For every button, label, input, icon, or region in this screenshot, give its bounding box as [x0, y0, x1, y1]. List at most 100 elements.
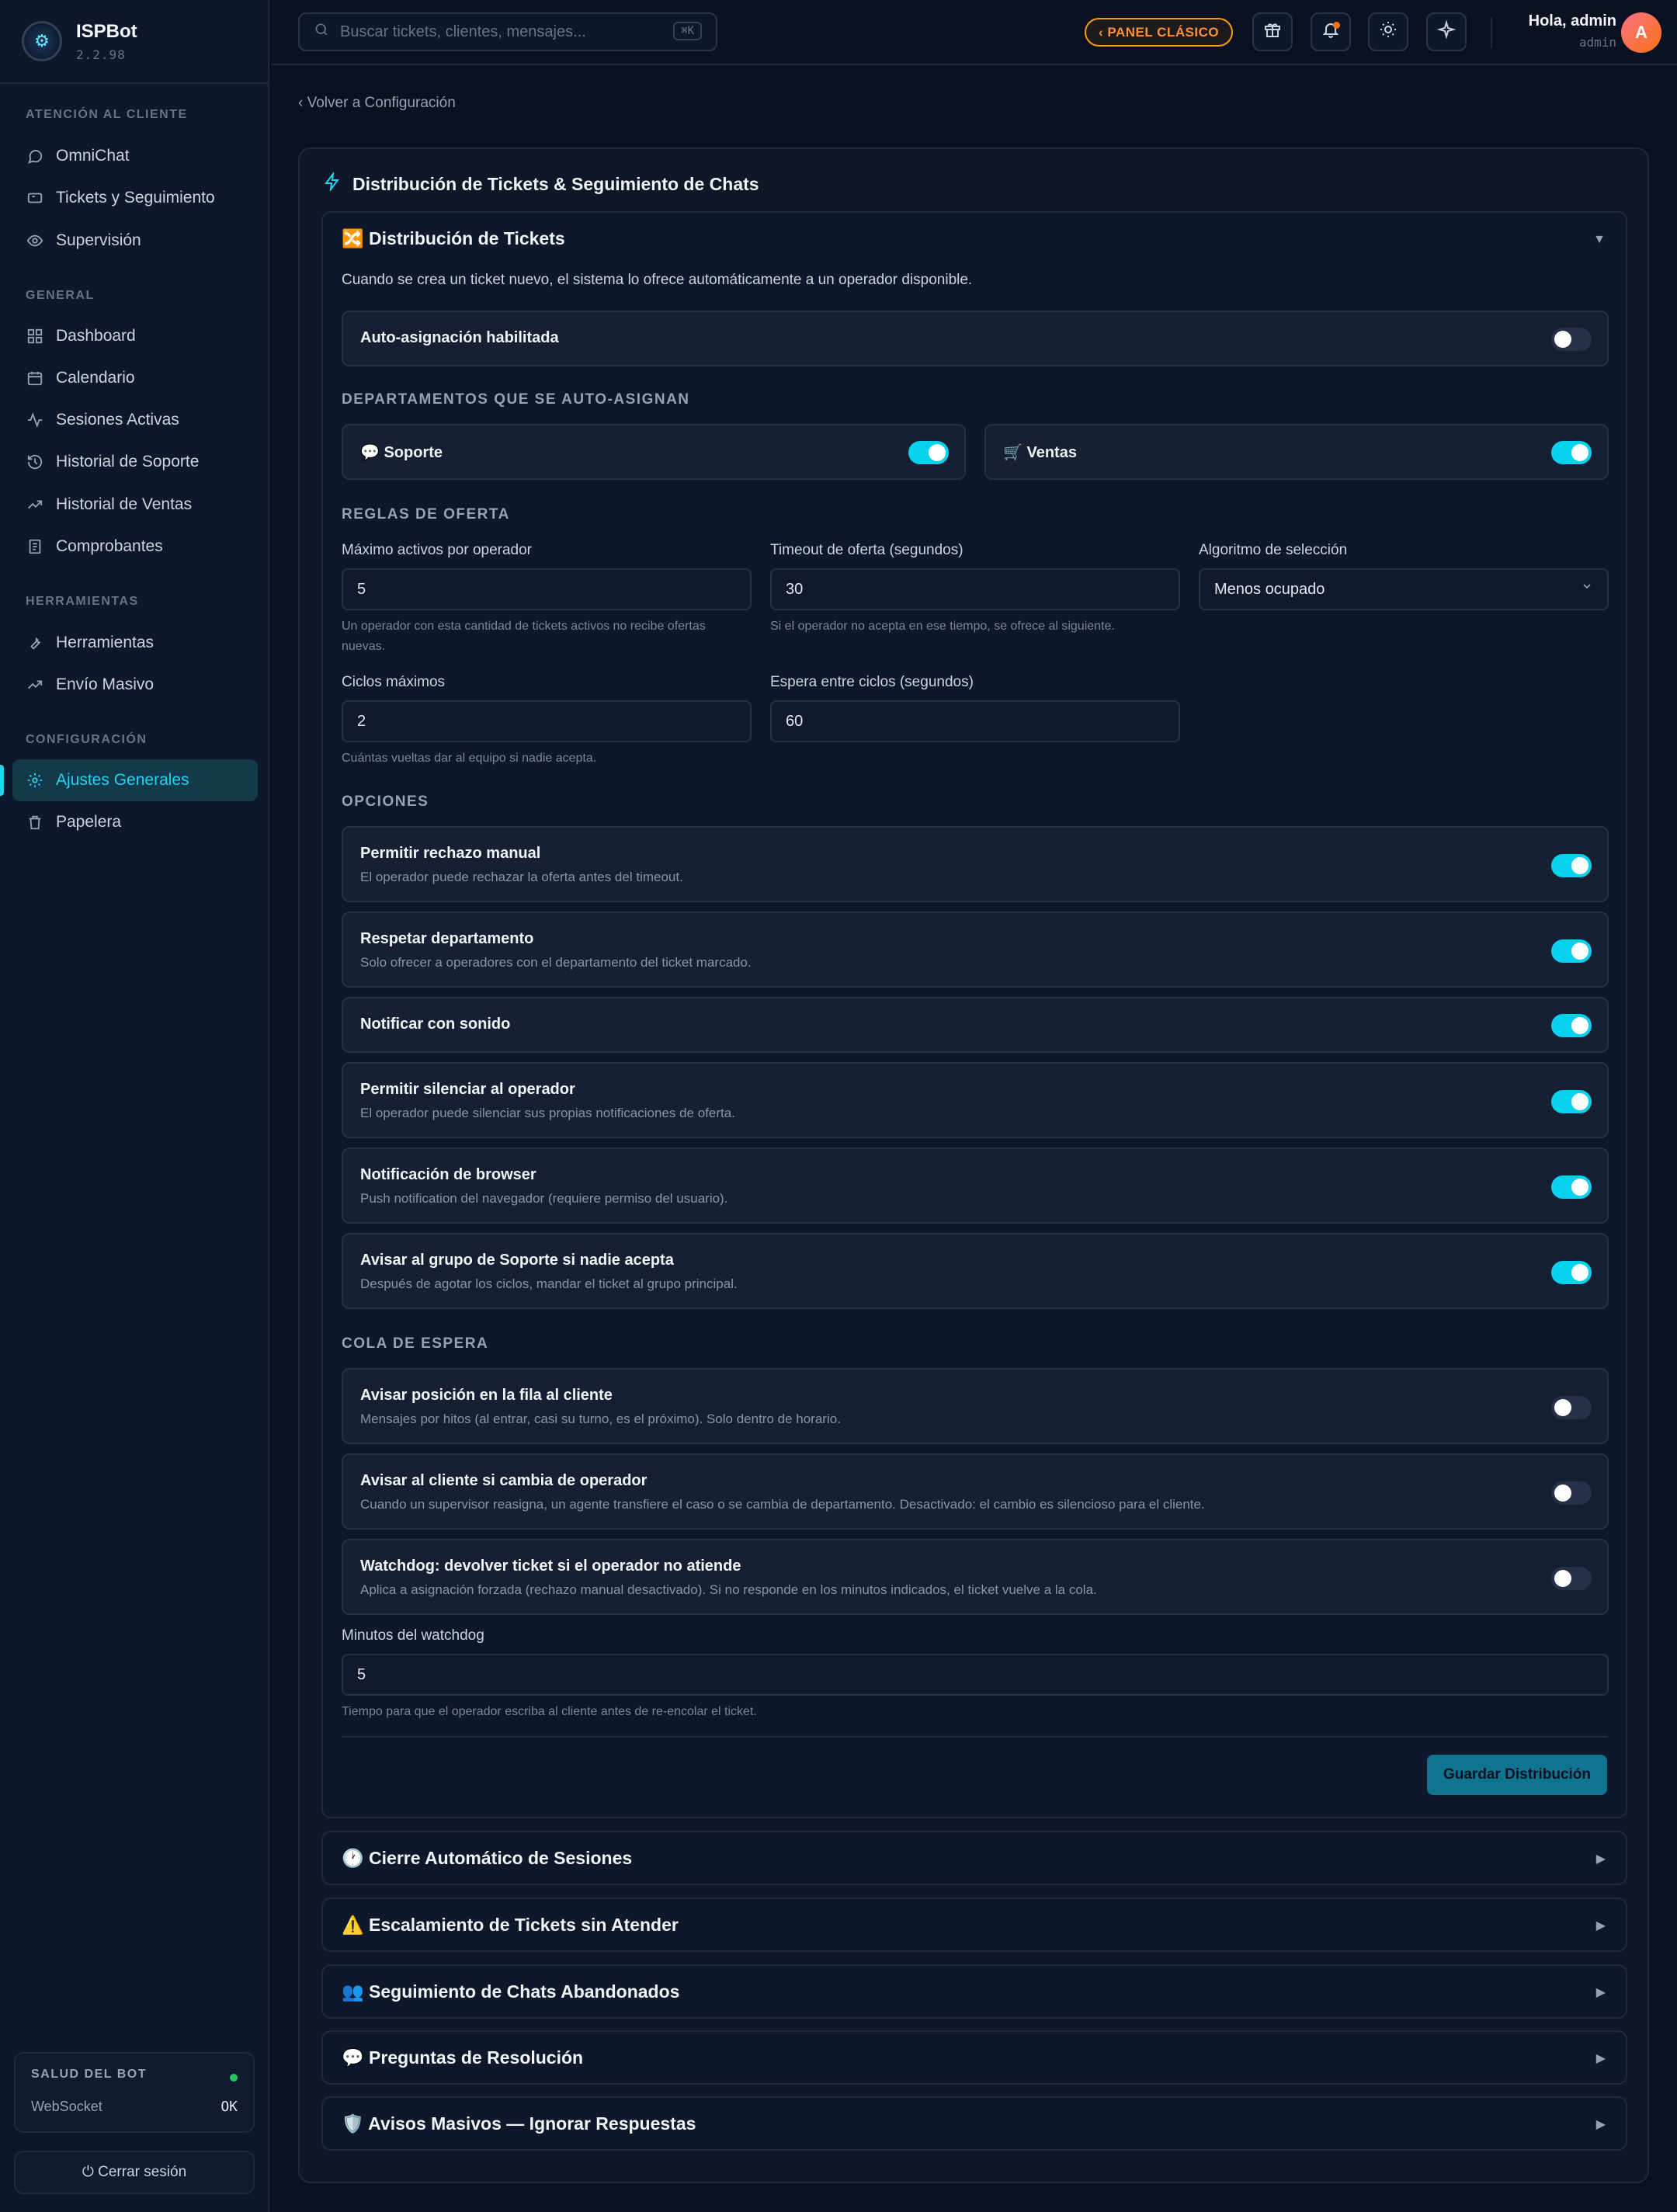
max-cycles-input[interactable]: 2 — [342, 700, 752, 742]
caret-right-icon: ▶ — [1595, 2118, 1606, 2131]
sidebar-item-label: Calendario — [56, 369, 135, 387]
option-description: Aplica a asignación forzada (rechazo man… — [360, 1582, 1097, 1597]
option-row: Respetar departamento Solo ofrecer a ope… — [342, 912, 1609, 988]
sidebar-item-dashboard[interactable]: Dashboard — [12, 315, 258, 357]
sidebar-item-envio-masivo[interactable]: Envío Masivo — [12, 664, 258, 706]
distribution-description: Cuando se crea un ticket nuevo, el siste… — [342, 272, 973, 288]
chat-bubble-icon — [26, 148, 43, 165]
sidebar-item-omnichat[interactable]: OmniChat — [12, 135, 258, 177]
section-escalation[interactable]: ⚠️ Escalamiento de Tickets sin Atender ▶ — [321, 1898, 1627, 1952]
manual-reject-toggle[interactable] — [1551, 854, 1592, 877]
greeting-text: Hola, admin — [1528, 12, 1616, 30]
soporte-toggle[interactable] — [908, 441, 949, 464]
back-link[interactable]: ‹ Volver a Configuración — [298, 95, 456, 112]
sidebar-item-comprobantes[interactable]: Comprobantes — [12, 526, 258, 568]
sidebar-item-label: Supervisión — [56, 231, 141, 249]
topbar: ⌘K ‹ PANEL CLÁSICO Hola, admin admin A — [271, 0, 1677, 65]
algorithm-select[interactable]: Menos ocupado — [1199, 568, 1609, 610]
auto-assign-toggle[interactable] — [1551, 328, 1592, 351]
sparkle-icon — [1436, 19, 1457, 43]
sidebar-item-historial-ventas[interactable]: Historial de Ventas — [12, 484, 258, 526]
algorithm-value: Menos ocupado — [1214, 580, 1325, 598]
option-description: Push notification del navegador (requier… — [360, 1191, 728, 1206]
app-version: 2.2.98 — [76, 47, 126, 62]
sidebar-item-historial-soporte[interactable]: Historial de Soporte — [12, 441, 258, 483]
caret-right-icon: ▶ — [1595, 2052, 1606, 2065]
queue-label: COLA DE ESPERA — [342, 1335, 489, 1352]
classic-panel-button[interactable]: ‹ PANEL CLÁSICO — [1085, 18, 1234, 47]
search-box[interactable]: ⌘K — [298, 12, 717, 51]
sidebar: ⚙ ISPBot 2.2.98 ATENCIÓN AL CLIENTE Omni… — [0, 0, 269, 2212]
status-dot — [230, 2074, 238, 2082]
sidebar-item-sesiones[interactable]: Sesiones Activas — [12, 399, 258, 441]
sidebar-item-ajustes-generales[interactable]: Ajustes Generales — [12, 759, 258, 801]
respect-department-toggle[interactable] — [1551, 939, 1592, 963]
section-auto-close[interactable]: 🕐 Cierre Automático de Sesiones ▶ — [321, 1831, 1627, 1885]
watchdog-minutes-input[interactable]: 5 — [342, 1654, 1609, 1696]
option-title: Avisar al cliente si cambia de operador — [360, 1472, 648, 1489]
sidebar-item-label: Historial de Soporte — [56, 453, 200, 471]
queue-position-toggle[interactable] — [1551, 1396, 1592, 1419]
distribution-section: 🔀 Distribución de Tickets ▼ Cuando se cr… — [321, 211, 1627, 1818]
sidebar-item-tickets[interactable]: Tickets y Seguimiento — [12, 177, 258, 219]
section-title: 👥 Seguimiento de Chats Abandonados — [342, 1981, 680, 2002]
save-distribution-button[interactable]: Guardar Distribución — [1427, 1755, 1607, 1795]
wrench-icon — [26, 634, 43, 651]
section-abandoned-chats[interactable]: 👥 Seguimiento de Chats Abandonados ▶ — [321, 1964, 1627, 2019]
max-active-input[interactable]: 5 — [342, 568, 752, 610]
notification-dot — [1333, 22, 1340, 29]
mute-operator-toggle[interactable] — [1551, 1090, 1592, 1113]
department-soporte: 💬 Soporte — [342, 424, 966, 480]
sidebar-item-supervision[interactable]: Supervisión — [12, 220, 258, 262]
option-description: Mensajes por hitos (al entrar, casi su t… — [360, 1412, 841, 1426]
trash-icon — [26, 814, 43, 831]
nav-section-atencion: ATENCIÓN AL CLIENTE — [26, 108, 188, 121]
sidebar-item-calendario[interactable]: Calendario — [12, 357, 258, 399]
ventas-toggle[interactable] — [1551, 441, 1592, 464]
distribution-header[interactable]: 🔀 Distribución de Tickets — [342, 228, 565, 249]
gift-button[interactable] — [1252, 12, 1293, 51]
caret-down-icon[interactable]: ▼ — [1593, 233, 1606, 247]
option-row: Notificación de browser Push notificatio… — [342, 1148, 1609, 1224]
operator-change-toggle[interactable] — [1551, 1481, 1592, 1505]
username-text: admin — [1578, 35, 1616, 50]
section-mass-notices[interactable]: 🛡️ Avisos Masivos — Ignorar Respuestas ▶ — [321, 2096, 1627, 2151]
timeout-input[interactable]: 30 — [770, 568, 1180, 610]
section-resolution-questions[interactable]: 💬 Preguntas de Resolución ▶ — [321, 2030, 1627, 2085]
active-indicator — [0, 765, 4, 796]
topbar-divider — [1491, 17, 1492, 48]
logout-button[interactable]: ⏻ Cerrar sesión — [14, 2151, 255, 2194]
websocket-status: OK — [220, 2099, 238, 2115]
max-active-hint: Un operador con esta cantidad de tickets… — [342, 620, 706, 653]
avatar[interactable]: A — [1621, 12, 1661, 53]
search-input[interactable] — [340, 23, 651, 41]
max-cycles-label: Ciclos máximos — [342, 674, 446, 690]
cycle-wait-label: Espera entre ciclos (segundos) — [770, 674, 974, 690]
max-active-label: Máximo activos por operador — [342, 542, 532, 558]
auto-assign-row: Auto-asignación habilitada — [342, 311, 1609, 366]
timeout-label: Timeout de oferta (segundos) — [770, 542, 963, 558]
cycle-wait-input[interactable]: 60 — [770, 700, 1180, 742]
caret-right-icon: ▶ — [1595, 1986, 1606, 1999]
watchdog-toggle[interactable] — [1551, 1567, 1592, 1590]
sidebar-item-label: Papelera — [56, 813, 122, 831]
sound-toggle[interactable] — [1551, 1014, 1592, 1037]
sidebar-item-label: Herramientas — [56, 634, 155, 651]
departments-label: DEPARTAMENTOS QUE SE AUTO-ASIGNAN — [342, 391, 690, 408]
trending-up-icon — [26, 676, 43, 693]
sidebar-item-label: Ajustes Generales — [56, 771, 189, 789]
sidebar-item-papelera[interactable]: Papelera — [12, 801, 258, 843]
watchdog-minutes-label: Minutos del watchdog — [342, 1627, 484, 1644]
option-row: Notificar con sonido — [342, 997, 1609, 1053]
sidebar-item-herramientas[interactable]: Herramientas — [12, 622, 258, 664]
notify-support-group-toggle[interactable] — [1551, 1261, 1592, 1284]
section-divider — [342, 1736, 1607, 1738]
sparkle-button[interactable] — [1426, 12, 1467, 51]
theme-button[interactable] — [1368, 12, 1408, 51]
settings-card: Distribución de Tickets & Seguimiento de… — [298, 148, 1649, 2183]
option-description: Solo ofrecer a operadores con el departa… — [360, 955, 752, 970]
notifications-button[interactable] — [1311, 12, 1351, 51]
caret-right-icon: ▶ — [1595, 1853, 1606, 1866]
browser-notification-toggle[interactable] — [1551, 1175, 1592, 1199]
brand-logo: ⚙ — [22, 21, 62, 61]
